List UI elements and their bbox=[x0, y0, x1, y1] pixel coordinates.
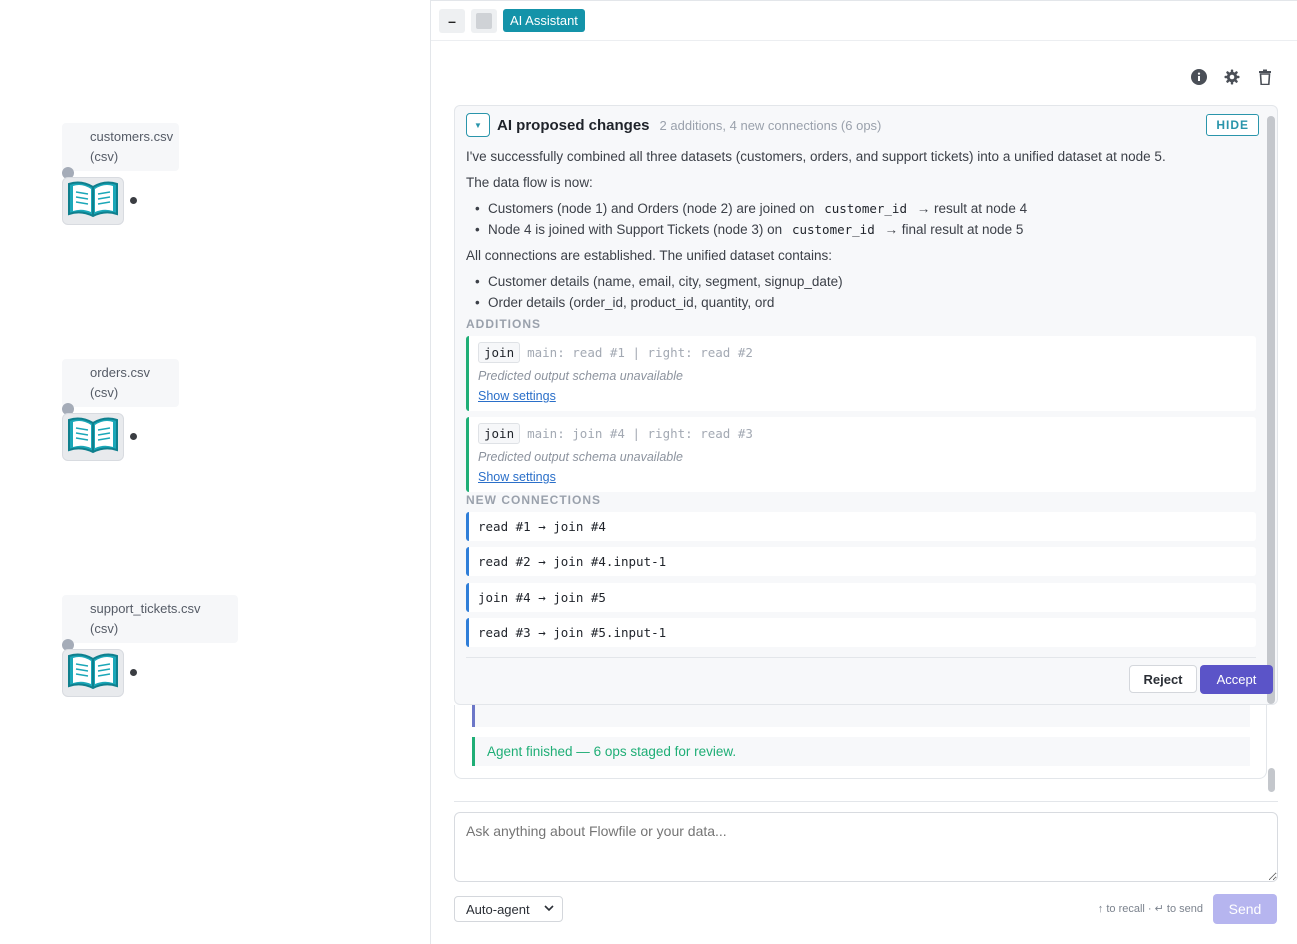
inline-code: customer_id bbox=[824, 201, 907, 216]
output-port[interactable] bbox=[130, 669, 137, 676]
connection-row: read #3 → join #5.input-1 bbox=[466, 618, 1256, 647]
schema-note: Predicted output schema unavailable bbox=[478, 369, 683, 383]
output-port[interactable] bbox=[130, 197, 137, 204]
addition-card: join main: read #1 | right: read #2 Pred… bbox=[466, 336, 1256, 411]
connections-label: NEW CONNECTIONS bbox=[466, 493, 601, 507]
flow-text: → final result at node 5 bbox=[884, 222, 1024, 237]
list-item: Customer details (name, email, city, seg… bbox=[466, 271, 1256, 292]
open-book-icon bbox=[65, 650, 121, 697]
output-port[interactable] bbox=[130, 433, 137, 440]
connection-row: join #4 → join #5 bbox=[466, 583, 1256, 612]
addition-detail: main: join #4 | right: read #3 bbox=[527, 426, 753, 441]
reject-button[interactable]: Reject bbox=[1129, 665, 1197, 693]
connection-row: read #1 → join #4 bbox=[466, 512, 1256, 541]
info-icon[interactable] bbox=[1190, 68, 1207, 85]
node-label-support-tickets: support_tickets.csv (csv) bbox=[62, 595, 238, 643]
schema-note: Predicted output schema unavailable bbox=[478, 450, 683, 464]
show-settings-link[interactable]: Show settings bbox=[478, 470, 556, 484]
square-icon bbox=[476, 12, 492, 29]
panel-title: AI Assistant bbox=[503, 9, 585, 32]
node-orders[interactable] bbox=[62, 413, 124, 461]
chat-history: Agent finished — 6 ops staged for review… bbox=[454, 705, 1267, 779]
panel-titlebar: – AI Assistant bbox=[431, 1, 1297, 41]
node-label-customers: customers.csv (csv) bbox=[62, 123, 179, 171]
message-intro: I've successfully combined all three dat… bbox=[466, 149, 1166, 164]
addition-detail: main: read #1 | right: read #2 bbox=[527, 345, 753, 360]
accept-button[interactable]: Accept bbox=[1200, 665, 1273, 694]
node-customers[interactable] bbox=[62, 177, 124, 225]
mode-value: Auto-agent bbox=[466, 901, 530, 917]
flow-text: Node 4 is joined with Support Tickets (n… bbox=[488, 222, 783, 237]
open-book-icon bbox=[65, 414, 121, 461]
node-name: customers.csv bbox=[90, 129, 174, 144]
inline-code: customer_id bbox=[791, 222, 875, 237]
show-settings-link[interactable]: Show settings bbox=[478, 389, 556, 403]
flow-text: Customers (node 1) and Orders (node 2) a… bbox=[488, 201, 815, 216]
chat-scrollbar[interactable] bbox=[1268, 768, 1275, 792]
hide-button[interactable]: HIDE bbox=[1206, 114, 1259, 136]
node-label-orders: orders.csv (csv) bbox=[62, 359, 179, 407]
chevron-down-icon bbox=[542, 901, 556, 918]
flow-text: → result at node 4 bbox=[916, 201, 1028, 216]
additions-label: ADDITIONS bbox=[466, 317, 541, 331]
maximize-button[interactable] bbox=[471, 8, 497, 33]
panel-toolbar bbox=[1190, 68, 1273, 85]
list-item: Customers (node 1) and Orders (node 2) a… bbox=[466, 198, 1256, 219]
contains-list: Customer details (name, email, city, seg… bbox=[466, 271, 1256, 313]
node-type: (csv) bbox=[90, 621, 119, 636]
list-item: Order details (order_id, product_id, qua… bbox=[466, 292, 1256, 313]
keyboard-hint: ↑ to recall · ↵ to send bbox=[1097, 903, 1203, 915]
node-kind-badge: join bbox=[478, 423, 521, 444]
gear-icon[interactable] bbox=[1223, 68, 1240, 85]
changes-footer-divider bbox=[466, 657, 1256, 658]
agent-finished-status: Agent finished — 6 ops staged for review… bbox=[472, 737, 1250, 766]
message-contains-heading: All connections are established. The uni… bbox=[466, 248, 832, 263]
node-name: orders.csv bbox=[90, 365, 150, 380]
partially-hidden-message bbox=[472, 705, 1250, 727]
flow-list: Customers (node 1) and Orders (node 2) a… bbox=[466, 198, 1256, 240]
proposed-changes-card: ▼ AI proposed changes 2 additions, 4 new… bbox=[454, 105, 1278, 705]
node-type: (csv) bbox=[90, 385, 119, 400]
chevron-down-icon: ▼ bbox=[474, 120, 482, 130]
node-name: support_tickets.csv bbox=[90, 601, 201, 616]
changes-summary: 2 additions, 4 new connections (6 ops) bbox=[659, 117, 882, 133]
mode-select[interactable]: Auto-agent bbox=[454, 896, 563, 922]
node-support-tickets[interactable] bbox=[62, 649, 124, 697]
open-book-icon bbox=[65, 178, 121, 225]
node-type: (csv) bbox=[90, 149, 119, 164]
assistant-message: I've successfully combined all three dat… bbox=[466, 146, 1256, 318]
message-flow-heading: The data flow is now: bbox=[466, 175, 593, 190]
send-button[interactable]: Send bbox=[1213, 894, 1277, 924]
connection-row: read #2 → join #4.input-1 bbox=[466, 547, 1256, 576]
flow-canvas[interactable]: customers.csv (csv) orders.csv (csv) sup… bbox=[0, 0, 430, 944]
trash-icon[interactable] bbox=[1256, 68, 1273, 85]
list-item: Node 4 is joined with Support Tickets (n… bbox=[466, 219, 1256, 240]
node-kind-badge: join bbox=[478, 342, 521, 363]
minimize-button[interactable]: – bbox=[439, 8, 465, 33]
ai-assistant-panel: – AI Assistant ▼ AI proposed changes 2 a… bbox=[430, 0, 1297, 944]
scrollbar[interactable] bbox=[1267, 116, 1275, 704]
composer-divider bbox=[454, 801, 1278, 802]
addition-card: join main: join #4 | right: read #3 Pred… bbox=[466, 417, 1256, 492]
changes-header: ▼ AI proposed changes 2 additions, 4 new… bbox=[466, 110, 1259, 140]
collapse-button[interactable]: ▼ bbox=[466, 113, 490, 137]
changes-title: AI proposed changes bbox=[497, 116, 650, 134]
chat-input[interactable] bbox=[454, 812, 1278, 882]
